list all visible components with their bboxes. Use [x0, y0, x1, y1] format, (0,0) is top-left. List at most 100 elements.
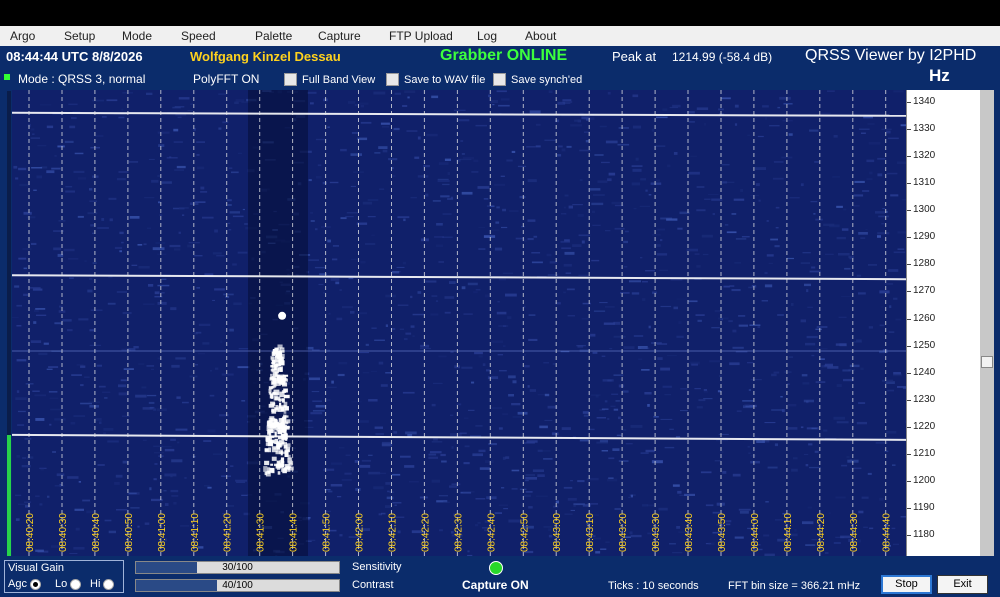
noise-speck [618, 384, 625, 388]
noise-speck [403, 338, 408, 341]
noise-speck [175, 428, 188, 431]
noise-speck [664, 394, 671, 396]
fft-bin-info: FFT bin size = 366.21 mHz [728, 580, 861, 592]
noise-speck [169, 244, 181, 248]
menu-log[interactable]: Log [477, 29, 497, 43]
noise-speck [529, 110, 541, 114]
time-label: 08:44:30 [849, 513, 860, 552]
save-wav-checkbox[interactable]: Save to WAV file [386, 73, 485, 86]
noise-speck [675, 436, 681, 438]
noise-speck [653, 416, 659, 418]
noise-speck [858, 292, 866, 295]
noise-speck [64, 140, 74, 143]
noise-speck [159, 214, 163, 216]
checkbox-box-icon[interactable] [493, 73, 506, 86]
noise-speck [236, 481, 246, 483]
noise-speck [74, 152, 84, 155]
noise-speck [368, 399, 378, 402]
radio-selected-icon[interactable] [29, 578, 41, 590]
hi-radio[interactable]: Hi [90, 578, 115, 590]
exit-button[interactable]: Exit [937, 575, 988, 594]
noise-speck [391, 271, 400, 274]
lo-radio[interactable]: Lo [55, 578, 82, 590]
time-label: 08:41:30 [256, 513, 267, 552]
freq-tick [907, 318, 911, 320]
menu-argo[interactable]: Argo [10, 29, 35, 43]
menu-ftp-upload[interactable]: FTP Upload [389, 29, 453, 43]
scrollbar-thumb[interactable] [981, 356, 993, 368]
noise-speck [347, 101, 356, 104]
radio-icon[interactable] [70, 578, 82, 590]
sensitivity-slider[interactable]: 30/100 [135, 561, 340, 574]
noise-speck [525, 480, 529, 482]
noise-speck [884, 283, 894, 285]
noise-speck [704, 198, 711, 200]
frequency-scrollbar[interactable] [980, 90, 994, 556]
noise-speck [323, 468, 335, 471]
noise-speck [327, 239, 331, 243]
noise-speck [577, 480, 585, 483]
noise-speck [535, 123, 541, 126]
menu-capture[interactable]: Capture [318, 29, 361, 43]
noise-speck [310, 102, 314, 105]
noise-speck [625, 230, 629, 233]
contrast-slider[interactable]: 40/100 [135, 579, 340, 592]
save-synched-checkbox[interactable]: Save synch'ed [493, 73, 582, 86]
noise-speck [464, 445, 470, 448]
time-label: 08:43:00 [552, 513, 563, 552]
noise-speck [385, 324, 388, 327]
noise-speck [137, 244, 143, 246]
noise-speck [564, 251, 575, 255]
noise-speck [371, 234, 375, 236]
burst-dot [272, 349, 279, 355]
noise-speck [428, 456, 438, 459]
noise-speck [703, 398, 713, 400]
checkbox-box-icon[interactable] [386, 73, 399, 86]
noise-speck [607, 379, 612, 382]
noise-speck [444, 311, 451, 314]
noise-speck [447, 172, 451, 175]
menu-setup[interactable]: Setup [64, 29, 95, 43]
noise-speck [29, 287, 41, 289]
noise-speck [107, 302, 116, 305]
noise-speck [142, 439, 147, 441]
menu-palette[interactable]: Palette [255, 29, 292, 43]
noise-speck [437, 178, 449, 180]
stop-button[interactable]: Stop [881, 575, 932, 594]
noise-speck [729, 362, 740, 366]
menu-about[interactable]: About [525, 29, 556, 43]
time-label: 08:43:40 [684, 513, 695, 552]
noise-speck [410, 196, 417, 199]
agc-radio[interactable]: Agc [8, 578, 41, 590]
noise-speck [805, 342, 816, 346]
burst-dot [285, 436, 288, 441]
noise-speck [511, 469, 520, 472]
noise-speck [574, 119, 581, 122]
noise-speck [608, 172, 616, 176]
noise-speck [218, 127, 222, 130]
menu-mode[interactable]: Mode [122, 29, 152, 43]
radio-icon[interactable] [103, 578, 115, 590]
noise-speck [433, 438, 438, 441]
noise-speck [733, 198, 745, 201]
noise-speck [601, 161, 610, 164]
noise-speck [762, 105, 769, 108]
noise-speck [720, 451, 724, 453]
menu-speed[interactable]: Speed [181, 29, 216, 43]
noise-speck [771, 373, 777, 377]
noise-speck [607, 418, 610, 420]
noise-speck [680, 388, 688, 390]
noise-speck [407, 96, 410, 99]
noise-speck [121, 108, 124, 111]
noise-speck [696, 406, 703, 409]
waterfall-display[interactable]: 08:40:20 08:40:30 08:40:40 08:40:50 08:41:00… [12, 90, 906, 556]
noise-speck [226, 199, 232, 202]
noise-speck [676, 335, 684, 338]
noise-speck [838, 316, 847, 318]
noise-speck [548, 90, 553, 93]
noise-speck [365, 343, 369, 346]
full-band-view-checkbox[interactable]: Full Band View [284, 73, 375, 86]
checkbox-box-icon[interactable] [284, 73, 297, 86]
time-label: 08:44:20 [816, 513, 827, 552]
noise-speck [460, 140, 464, 142]
